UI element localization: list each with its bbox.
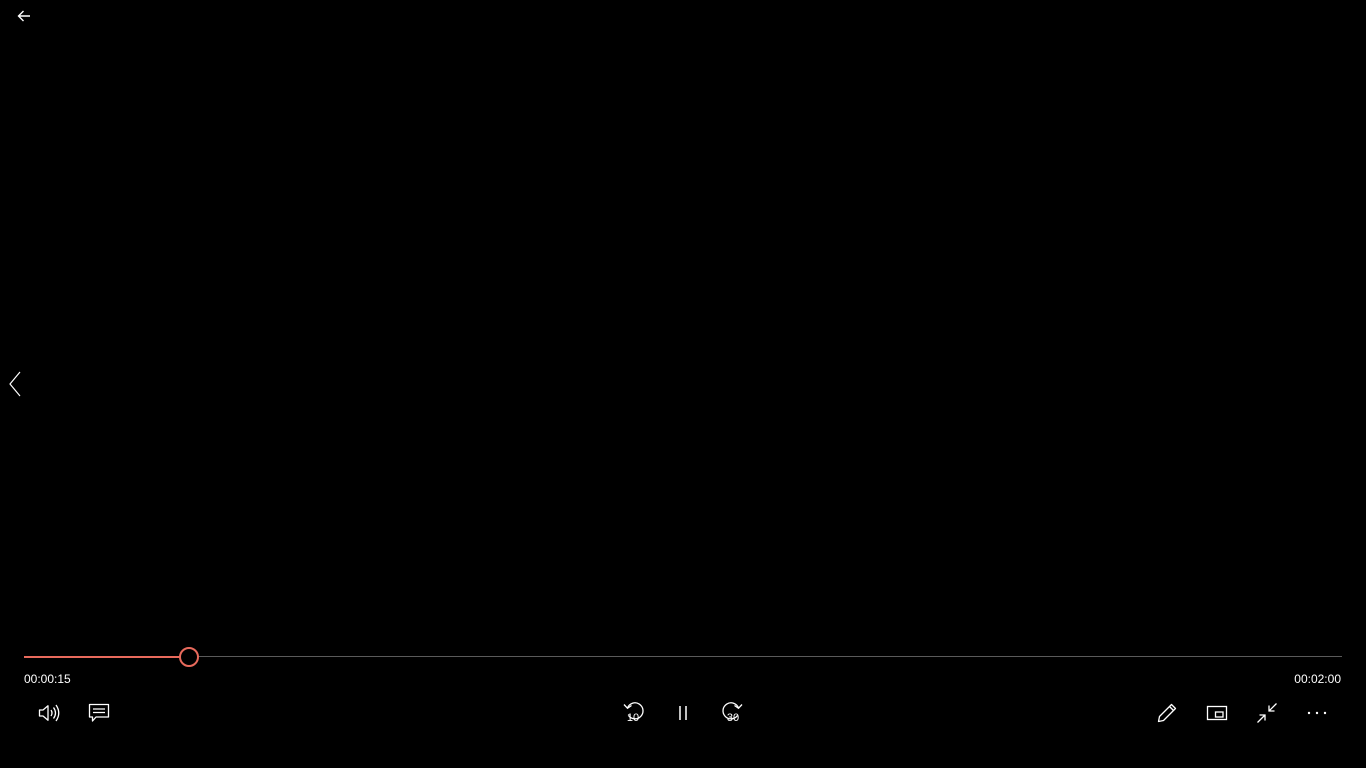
seek-thumb[interactable] [179,647,199,667]
exit-fullscreen-button[interactable] [1249,696,1285,730]
chevron-left-icon [9,371,21,397]
more-options-button[interactable] [1299,696,1335,730]
elapsed-time: 00:00:15 [24,672,71,686]
rewind-10-button[interactable]: 10 [615,696,651,730]
more-icon [1307,711,1327,715]
forward-30-button[interactable]: 30 [715,696,751,730]
exit-fullscreen-icon [1257,703,1277,723]
previous-button[interactable] [2,364,28,404]
seek-progress-fill [24,656,189,658]
seek-bar[interactable] [24,646,1342,668]
volume-button[interactable] [31,696,67,730]
video-player: 00:00:15 00:02:00 10 30 [0,0,1366,768]
rewind-seconds-label: 10 [626,712,640,724]
mini-view-button[interactable] [1199,696,1235,730]
pencil-icon [1157,703,1177,723]
total-time: 00:02:00 [1294,672,1341,686]
back-button[interactable] [8,2,40,30]
forward-seconds-label: 30 [726,712,740,724]
seek-track [24,656,1342,657]
captions-icon [88,703,110,722]
pause-button[interactable] [665,696,701,730]
video-surface[interactable] [0,40,1366,630]
back-arrow-icon [17,10,30,22]
captions-button[interactable] [81,696,117,730]
edit-button[interactable] [1149,696,1185,730]
mini-view-icon [1206,705,1228,721]
pause-icon [679,706,687,720]
speaker-icon [38,704,60,722]
